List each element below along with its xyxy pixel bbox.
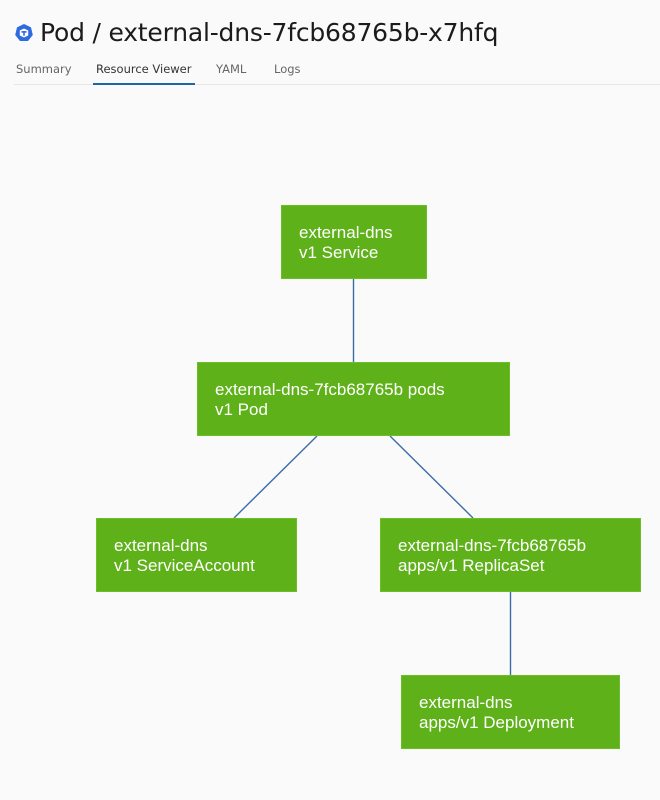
node-deployment[interactable]: external-dns apps/v1 Deployment: [401, 675, 620, 749]
node-kind: v1 Service: [299, 243, 379, 262]
node-name: external-dns-7fcb68765b: [398, 536, 587, 555]
node-kind: apps/v1 ReplicaSet: [398, 556, 545, 575]
edge-pod-replicaset: [389, 435, 474, 519]
node-pod[interactable]: external-dns-7fcb68765b pods v1 Pod: [197, 362, 510, 436]
node-kind: v1 ServiceAccount: [114, 556, 255, 575]
node-service[interactable]: external-dns v1 Service: [281, 205, 427, 279]
node-name: external-dns: [299, 223, 393, 242]
node-kind: v1 Pod: [215, 400, 268, 419]
resource-graph: external-dns v1 Service external-dns-7fc…: [0, 0, 660, 800]
node-serviceaccount[interactable]: external-dns v1 ServiceAccount: [96, 518, 297, 592]
node-replicaset[interactable]: external-dns-7fcb68765b apps/v1 ReplicaS…: [380, 518, 641, 592]
node-name: external-dns: [114, 536, 208, 555]
node-name: external-dns: [419, 693, 513, 712]
node-kind: apps/v1 Deployment: [419, 713, 574, 732]
edge-pod-serviceaccount: [233, 435, 318, 519]
node-name: external-dns-7fcb68765b pods: [215, 380, 445, 399]
